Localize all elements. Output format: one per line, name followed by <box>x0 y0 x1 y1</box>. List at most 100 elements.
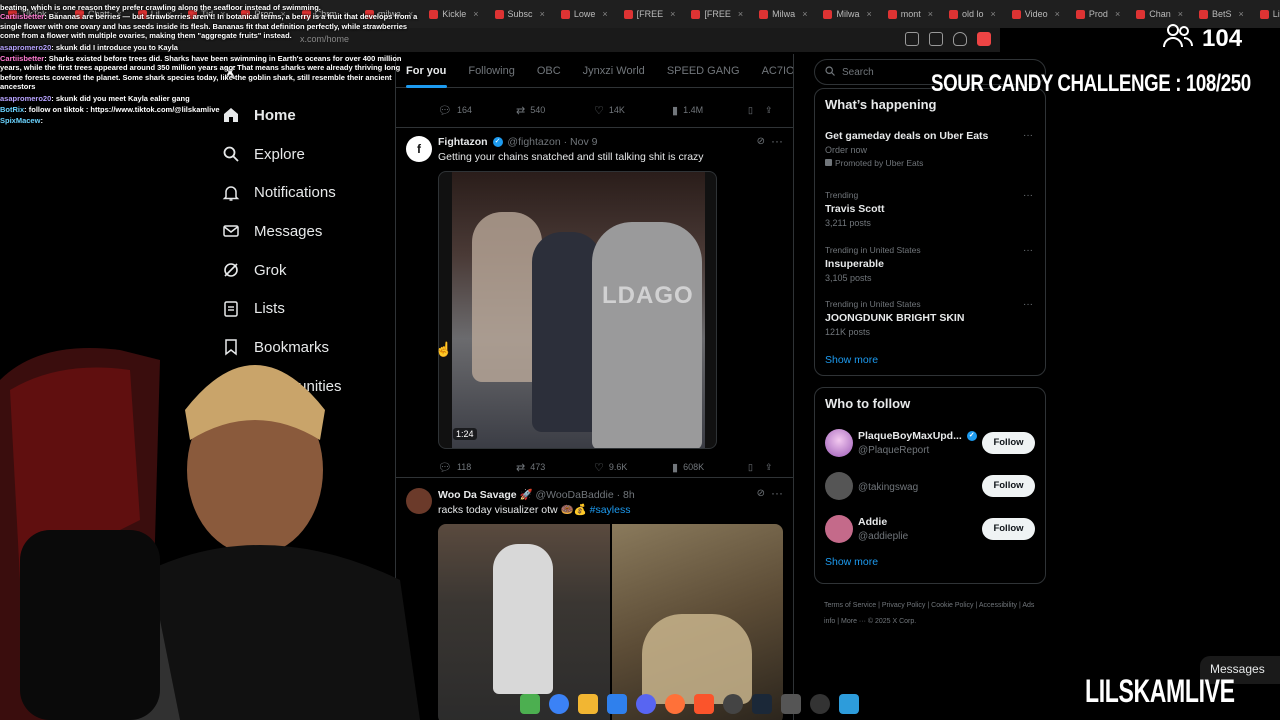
show-more-link[interactable]: Show more <box>815 556 1045 568</box>
tab-favicon-icon <box>759 9 769 19</box>
store-icon[interactable] <box>607 694 627 714</box>
browser-tab[interactable]: Kickle × <box>421 0 486 28</box>
trend-item[interactable]: Get gameday deals on Uber Eats Order now… <box>815 130 1045 190</box>
timeline-tabs: For you Following OBC Jynxzi World SPEED… <box>396 54 793 88</box>
trend-item[interactable]: Trending in United States Insuperable 3,… <box>815 245 1045 300</box>
more-icon[interactable]: ··· <box>1023 245 1033 256</box>
tweet-time[interactable]: · 8h <box>617 489 635 501</box>
steam-icon[interactable] <box>752 694 772 714</box>
close-icon[interactable]: × <box>1239 9 1244 19</box>
avatar[interactable] <box>825 514 853 543</box>
browser-tab[interactable]: Lil Sk× <box>1252 0 1280 28</box>
more-icon[interactable]: ··· <box>1023 299 1033 310</box>
close-icon[interactable]: × <box>1055 9 1060 19</box>
tab-speed-gang[interactable]: SPEED GANG <box>656 54 751 88</box>
nav-item-grok[interactable]: Grok <box>222 251 342 290</box>
show-more-link[interactable]: Show more <box>815 354 1045 366</box>
browser-tab[interactable]: Milwa × <box>815 0 879 28</box>
bookmark-icon[interactable]: ▯ <box>748 105 753 116</box>
tab-following[interactable]: Following <box>457 54 525 88</box>
views-button[interactable]: ▮ 1.4M <box>672 104 742 117</box>
tab-obc[interactable]: OBC <box>526 54 572 88</box>
share-icon[interactable]: ⇪ <box>765 462 773 473</box>
brave-icon[interactable] <box>694 694 714 714</box>
nav-item-messages[interactable]: Messages <box>222 212 342 251</box>
app-icon[interactable] <box>839 694 859 714</box>
browser-tab[interactable]: [FREE × <box>616 0 684 28</box>
close-icon[interactable]: × <box>928 9 933 19</box>
follow-suggestion[interactable]: Addie @addieplie Follow <box>815 507 1045 550</box>
firefox-icon[interactable] <box>665 694 685 714</box>
browser-tab[interactable]: Video × <box>1004 0 1068 28</box>
browser-tab[interactable]: Prod × <box>1068 0 1128 28</box>
footer-link[interactable]: Accessibility <box>979 602 1017 609</box>
browser-tab[interactable]: old lo × <box>941 0 1004 28</box>
browser-tab[interactable]: Subsc × <box>487 0 553 28</box>
browser-tab[interactable]: Lowe × <box>553 0 616 28</box>
close-icon[interactable]: × <box>540 9 545 19</box>
shield-icon[interactable] <box>953 32 967 46</box>
grok-icon[interactable]: ⊘ <box>757 488 765 499</box>
nav-item-notifications[interactable]: Notifications <box>222 173 342 212</box>
more-icon[interactable]: ··· <box>771 134 783 148</box>
close-icon[interactable]: × <box>1178 9 1183 19</box>
follow-button[interactable]: Follow <box>982 474 1035 497</box>
author-handle[interactable]: @fightazon <box>507 136 560 148</box>
close-icon[interactable]: × <box>1115 9 1120 19</box>
follow-button[interactable]: Follow <box>982 517 1035 540</box>
alert-icon[interactable] <box>977 32 991 46</box>
close-icon[interactable]: × <box>991 9 996 19</box>
follow-suggestion[interactable]: PlaqueBoyMaxUpd... ✓ @PlaqueReport Follo… <box>815 421 1045 464</box>
video-overlay-text: LDAGO <box>602 282 694 309</box>
footer-link[interactable]: More ··· <box>841 618 866 625</box>
avatar[interactable] <box>825 471 853 500</box>
tweet-time[interactable]: · Nov 9 <box>564 136 598 148</box>
follow-button[interactable]: Follow <box>982 431 1035 454</box>
trend-item[interactable]: Trending in United States JOONGDUNK BRIG… <box>815 299 1045 354</box>
close-icon[interactable]: × <box>473 9 478 19</box>
repost-button[interactable]: ⇄ 473 <box>516 461 594 474</box>
grok-icon[interactable]: ⊘ <box>757 136 765 147</box>
avatar[interactable] <box>825 428 853 457</box>
close-icon[interactable]: × <box>670 9 675 19</box>
repost-button[interactable]: ⇄ 540 <box>516 104 594 117</box>
tab-favicon-icon <box>1075 9 1085 19</box>
footer-link[interactable]: Terms of Service <box>824 602 876 609</box>
views-button[interactable]: ▮ 608K <box>672 461 742 474</box>
more-icon[interactable]: ··· <box>1023 130 1033 141</box>
close-icon[interactable]: × <box>738 9 743 19</box>
like-button[interactable]: ♡ 9.6K <box>594 461 672 474</box>
cast-icon[interactable] <box>905 32 919 46</box>
close-icon[interactable]: × <box>602 9 607 19</box>
browser-tab[interactable]: mont × <box>880 0 941 28</box>
hashtag-link[interactable]: #sayless <box>590 504 631 516</box>
nav-item-explore[interactable]: Explore <box>222 135 342 174</box>
author-handle[interactable]: @WooDaBaddie <box>536 489 614 501</box>
close-icon[interactable]: × <box>802 9 807 19</box>
close-icon[interactable]: × <box>866 9 871 19</box>
more-icon[interactable]: ··· <box>771 486 783 500</box>
obs-icon[interactable] <box>723 694 743 714</box>
discord-icon[interactable] <box>636 694 656 714</box>
share-icon[interactable] <box>929 32 943 46</box>
tab-ac7ionhou[interactable]: AC7IONHOU <box>751 54 793 88</box>
app-icon[interactable] <box>520 694 540 714</box>
avatar[interactable]: f <box>406 136 432 162</box>
app-icon[interactable] <box>781 694 801 714</box>
author-name[interactable]: Fightazon <box>438 136 488 148</box>
share-icon[interactable]: ⇪ <box>765 105 773 116</box>
app-icon[interactable] <box>810 694 830 714</box>
reply-button[interactable]: 💬︎ 164 <box>438 104 516 117</box>
bookmark-icon[interactable]: ▯ <box>748 462 753 473</box>
browser-tab[interactable]: [FREE × <box>683 0 751 28</box>
more-icon[interactable]: ··· <box>1023 190 1033 201</box>
follow-suggestion[interactable]: @takingswag Follow <box>815 464 1045 507</box>
folder-icon[interactable] <box>578 694 598 714</box>
browser-tab[interactable]: Milwa × <box>751 0 815 28</box>
footer-link[interactable]: Privacy Policy <box>882 602 926 609</box>
trend-item[interactable]: Trending Travis Scott 3,211 posts ··· <box>815 190 1045 245</box>
copilot-icon[interactable] <box>549 694 569 714</box>
tab-jynxzi-world[interactable]: Jynxzi World <box>572 54 656 88</box>
footer-link[interactable]: Cookie Policy <box>931 602 973 609</box>
like-button[interactable]: ♡ 14K <box>594 104 672 117</box>
